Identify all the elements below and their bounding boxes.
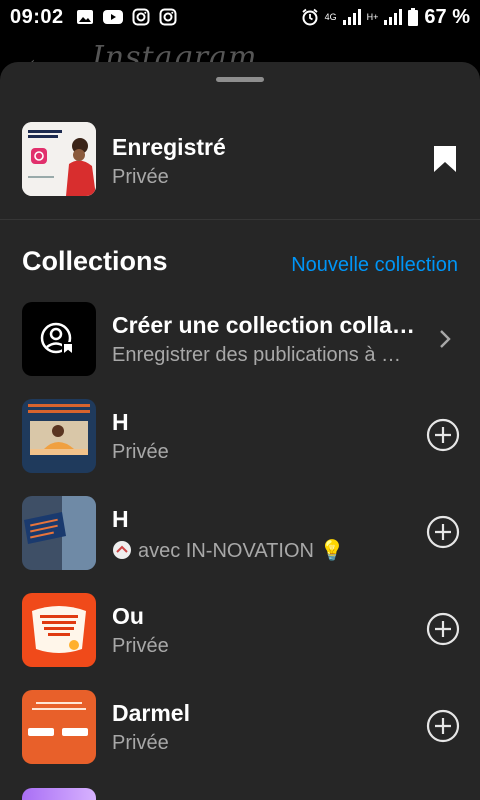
battery-percent: 67 %: [424, 5, 470, 28]
saved-title: Enregistré: [112, 134, 226, 160]
drag-handle[interactable]: [216, 77, 264, 82]
collaborator-avatar: [113, 541, 131, 559]
alarm-icon: [302, 8, 318, 26]
collection-subtitle: Privée: [112, 732, 169, 754]
collection-title: H: [112, 409, 129, 435]
new-collection-link[interactable]: Nouvelle collection: [291, 254, 458, 277]
saved-privacy: Privée: [112, 166, 169, 188]
status-bar: 09:02 4G H+ 67 %: [0, 0, 480, 34]
network-type-label: 4G: [324, 11, 337, 22]
chevron-right-icon: [440, 330, 451, 348]
collection-row[interactable]: H Privée: [22, 399, 462, 473]
add-circle-icon[interactable]: [426, 515, 460, 549]
collection-thumbnail-partial[interactable]: [22, 788, 96, 800]
collection-title: Darmel: [112, 700, 190, 726]
collection-subtitle: Privée: [112, 441, 169, 463]
collection-subtitle: avec IN-NOVATION 💡: [138, 540, 345, 562]
saved-all-row[interactable]: Enregistré Privée: [22, 122, 462, 198]
collections-heading: Collections: [22, 246, 168, 276]
save-bottom-sheet: Enregistré Privée Collections Nouvelle c…: [0, 62, 480, 800]
instagram-icon: [132, 8, 150, 26]
status-right: 4G H+ 67 %: [301, 6, 470, 29]
divider: [0, 219, 480, 220]
collection-title: Ou: [112, 603, 144, 629]
notification-icons: [76, 8, 177, 26]
saved-thumbnail: [22, 122, 96, 196]
status-time: 09:02: [10, 5, 64, 28]
instagram-icon: [159, 8, 177, 26]
collection-thumbnail: [22, 496, 96, 570]
battery-icon: [408, 8, 419, 26]
gallery-icon: [76, 10, 93, 24]
bookmark-filled-icon[interactable]: [432, 145, 458, 173]
collection-row[interactable]: Ou Privée: [22, 593, 462, 667]
add-circle-icon[interactable]: [426, 612, 460, 646]
collection-thumbnail: [22, 593, 96, 667]
collection-thumbnail: [22, 690, 96, 764]
add-circle-icon[interactable]: [426, 709, 460, 743]
collab-title: Créer une collection collaborative: [112, 312, 422, 338]
create-collab-collection-row[interactable]: Créer une collection collaborative Enreg…: [22, 302, 462, 376]
signal-icon: [384, 9, 403, 25]
collection-row[interactable]: H avec IN-NOVATION 💡: [22, 496, 462, 570]
add-circle-icon[interactable]: [426, 418, 460, 452]
collection-subtitle: Privée: [112, 635, 169, 657]
youtube-icon: [102, 10, 123, 24]
collab-subtitle: Enregistrer des publications à plusieurs: [112, 344, 412, 366]
signal-icon: [342, 9, 361, 25]
network-type-label-2: H+: [366, 11, 379, 22]
collection-title: H: [112, 506, 129, 532]
collection-row[interactable]: Darmel Privée: [22, 690, 462, 764]
collab-thumbnail: [22, 302, 96, 376]
collection-thumbnail: [22, 399, 96, 473]
collab-user-icon: [40, 322, 74, 358]
